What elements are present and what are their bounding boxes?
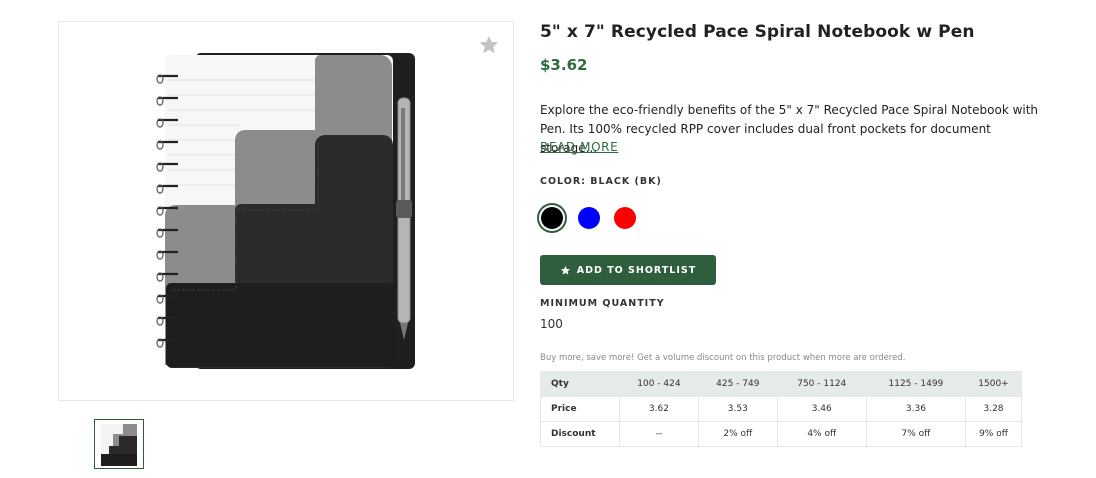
table-cell: Discount xyxy=(540,421,620,447)
star-icon xyxy=(560,265,570,275)
table-row: Discount -- 2% off 4% off 7% off 9% off xyxy=(540,421,1022,447)
table-cell: 3.36 xyxy=(865,396,967,422)
table-cell: 100 - 424 xyxy=(619,371,699,397)
volume-pricing-table: Qty 100 - 424 425 - 749 750 - 1124 1125 … xyxy=(540,371,1022,447)
table-cell: 1125 - 1499 xyxy=(865,371,967,397)
table-header-row: Qty 100 - 424 425 - 749 750 - 1124 1125 … xyxy=(540,371,1022,397)
table-cell: 425 - 749 xyxy=(697,371,778,397)
thumbnail-image[interactable] xyxy=(94,419,144,469)
notebook-image xyxy=(156,53,415,369)
shortlist-label: ADD TO SHORTLIST xyxy=(576,264,697,276)
star-icon[interactable] xyxy=(478,34,500,56)
table-cell: -- xyxy=(619,421,699,447)
table-cell: Qty xyxy=(540,371,620,397)
product-price: $3.62 xyxy=(540,56,588,74)
table-cell: 3.62 xyxy=(619,396,699,422)
product-title: 5" x 7" Recycled Pace Spiral Notebook w … xyxy=(540,22,975,42)
table-cell: Price xyxy=(540,396,620,422)
minimum-quantity-value: 100 xyxy=(540,317,563,331)
table-row: Price 3.62 3.53 3.46 3.36 3.28 xyxy=(540,396,1022,422)
color-label: COLOR: BLACK (BK) xyxy=(540,176,662,187)
notebook-thumbnail-icon xyxy=(101,424,137,466)
table-cell: 750 - 1124 xyxy=(776,371,867,397)
table-cell: 3.28 xyxy=(965,396,1022,422)
read-more-link[interactable]: READ MORE xyxy=(540,140,618,154)
color-swatch-red[interactable] xyxy=(614,207,636,229)
volume-discount-note: Buy more, save more! Get a volume discou… xyxy=(540,353,906,363)
table-cell: 3.53 xyxy=(697,396,778,422)
table-cell: 7% off xyxy=(865,421,967,447)
table-cell: 4% off xyxy=(776,421,867,447)
minimum-quantity-label: MINIMUM QUANTITY xyxy=(540,298,665,309)
table-cell: 3.46 xyxy=(776,396,867,422)
color-swatch-black[interactable] xyxy=(541,207,563,229)
color-swatch-blue[interactable] xyxy=(578,207,600,229)
table-cell: 2% off xyxy=(697,421,778,447)
table-cell: 9% off xyxy=(965,421,1022,447)
add-to-shortlist-button[interactable]: ADD TO SHORTLIST xyxy=(540,255,716,285)
table-cell: 1500+ xyxy=(965,371,1022,397)
